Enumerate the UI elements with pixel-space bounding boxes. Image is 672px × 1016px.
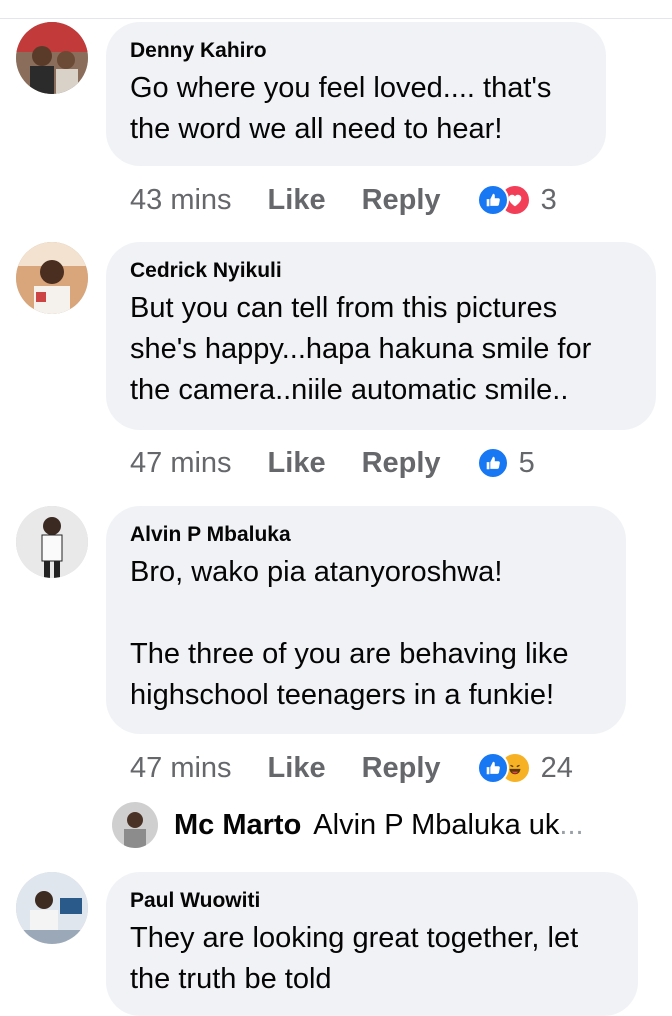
top-divider (0, 18, 672, 19)
comment-text: But you can tell from this pictures she'… (130, 292, 592, 406)
comment-author[interactable]: Paul Wuowiti (130, 888, 614, 914)
comment-bubble[interactable]: Denny Kahiro Go where you feel loved....… (106, 22, 606, 166)
avatar[interactable] (16, 872, 88, 944)
reply-button[interactable]: Reply (362, 184, 441, 217)
reaction-summary[interactable]: 24 (476, 751, 573, 785)
reply-author[interactable]: Mc Marto (174, 809, 301, 842)
reaction-count: 3 (540, 183, 557, 216)
comment-actions: 47 mins Like Reply 24 (130, 748, 573, 788)
comment-text: They are looking great together, let the… (130, 922, 579, 995)
comment-bubble[interactable]: Alvin P Mbaluka Bro, wako pia atanyorosh… (106, 506, 626, 734)
reply-button[interactable]: Reply (362, 447, 441, 480)
comment-timestamp[interactable]: 43 mins (130, 184, 232, 217)
reaction-summary[interactable]: 5 (476, 446, 535, 480)
comment-bubble[interactable]: Cedrick Nyikuli But you can tell from th… (106, 242, 656, 430)
comment-author[interactable]: Cedrick Nyikuli (130, 258, 632, 284)
comment-text: Bro, wako pia atanyoroshwa! The three of… (130, 556, 569, 711)
reply-text: Alvin P Mbaluka uk (313, 808, 560, 841)
reply-button[interactable]: Reply (362, 752, 441, 785)
reply-preview[interactable]: Mc Marto Alvin P Mbaluka uk... (112, 800, 584, 850)
avatar[interactable] (16, 242, 88, 314)
comment-text: Go where you feel loved.... that's the w… (130, 72, 552, 145)
like-icon (476, 752, 509, 784)
comment-author[interactable]: Denny Kahiro (130, 38, 582, 64)
reaction-count: 24 (540, 751, 573, 784)
comment-actions: 47 mins Like Reply 5 (130, 443, 535, 483)
comment-timestamp[interactable]: 47 mins (130, 752, 232, 785)
like-icon (476, 184, 509, 216)
like-button[interactable]: Like (268, 447, 326, 480)
avatar[interactable] (16, 22, 88, 94)
comment-actions: 43 mins Like Reply 3 (130, 180, 557, 220)
reaction-count: 5 (518, 446, 535, 479)
like-button[interactable]: Like (268, 752, 326, 785)
reply-ellipsis: ... (559, 808, 584, 841)
like-button[interactable]: Like (268, 184, 326, 217)
comment-bubble[interactable]: Paul Wuowiti They are looking great toge… (106, 872, 638, 1016)
avatar[interactable] (112, 802, 158, 848)
reaction-summary[interactable]: 3 (476, 183, 557, 217)
like-icon (476, 447, 509, 479)
comment-timestamp[interactable]: 47 mins (130, 447, 232, 480)
comment-author[interactable]: Alvin P Mbaluka (130, 522, 602, 548)
avatar[interactable] (16, 506, 88, 578)
